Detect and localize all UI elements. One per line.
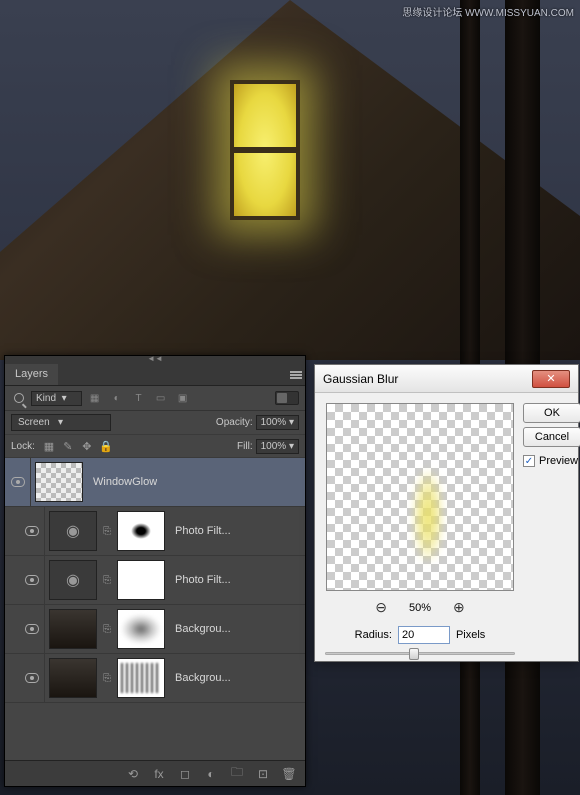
eye-icon [25, 526, 39, 536]
new-layer-icon[interactable]: ⊡ [255, 766, 271, 782]
layer-row-background2[interactable]: ⎘ Backgrou... [5, 654, 305, 703]
layer-thumbnail[interactable] [49, 609, 97, 649]
fill-label: Fill: [237, 441, 253, 452]
panel-menu-button[interactable] [287, 364, 305, 385]
filter-kind-select[interactable]: Kind ▾ [31, 391, 82, 406]
layers-tab[interactable]: Layers [5, 364, 58, 385]
layer-mask-thumbnail[interactable] [117, 658, 165, 698]
eye-icon [11, 477, 25, 487]
filter-toggle-switch[interactable] [275, 391, 299, 405]
layer-visibility-toggle[interactable] [19, 556, 45, 604]
dialog-title: Gaussian Blur [323, 372, 398, 386]
panel-collapse-handle[interactable]: ◄◄ [5, 356, 305, 364]
layer-filter-row: Kind ▾ ▦ ◐ T ▭ ▣ [5, 386, 305, 411]
layer-name-label[interactable]: Backgrou... [169, 623, 231, 635]
opacity-input[interactable]: 100% ▾ [256, 415, 299, 430]
opacity-label: Opacity: [216, 417, 253, 428]
new-adjustment-icon[interactable]: ◐ [203, 766, 219, 782]
lock-row: Lock: ▦ ✎ ✥ 🔒 Fill: 100% ▾ [5, 435, 305, 458]
layer-row-windowglow[interactable]: WindowGlow [5, 458, 305, 507]
mask-link-icon[interactable]: ⎘ [101, 575, 113, 586]
preview-checkbox-label: Preview [539, 455, 578, 467]
filter-type-icon[interactable]: T [130, 390, 148, 406]
layer-name-label[interactable]: Photo Filt... [169, 574, 231, 586]
eye-icon [25, 673, 39, 683]
dialog-close-button[interactable]: ✕ [532, 370, 570, 388]
panel-tabs: Layers [5, 364, 305, 386]
layers-panel: ◄◄ Layers Kind ▾ ▦ ◐ T ▭ ▣ Screen ▾ Opac… [4, 355, 306, 787]
layers-panel-footer: ⟲ fx ◻ ◐ 🗀 ⊡ 🗑 [5, 760, 305, 786]
layer-style-icon[interactable]: fx [151, 766, 167, 782]
layer-mask-thumbnail[interactable] [117, 560, 165, 600]
new-group-icon[interactable]: 🗀 [229, 766, 245, 782]
zoom-in-button[interactable]: ⊕ [453, 599, 465, 616]
add-mask-icon[interactable]: ◻ [177, 766, 193, 782]
lock-all-icon[interactable]: 🔒 [98, 438, 114, 454]
layer-visibility-toggle[interactable] [19, 605, 45, 653]
radius-label: Radius: [355, 629, 392, 641]
radius-unit: Pixels [456, 629, 485, 641]
layer-mask-thumbnail[interactable] [117, 609, 165, 649]
mask-link-icon[interactable]: ⎘ [101, 673, 113, 684]
radius-input[interactable] [398, 626, 450, 644]
layer-thumbnail[interactable] [35, 462, 83, 502]
mask-link-icon[interactable]: ⎘ [101, 526, 113, 537]
filter-adjustment-icon[interactable]: ◐ [108, 390, 126, 406]
zoom-out-button[interactable]: ⊖ [375, 599, 387, 616]
ok-button[interactable]: OK [523, 403, 580, 423]
zoom-percentage: 50% [409, 602, 431, 614]
layer-row-background1[interactable]: ⎘ Backgrou... [5, 605, 305, 654]
hamburger-icon [290, 371, 302, 379]
delete-layer-icon[interactable]: 🗑 [281, 766, 297, 782]
layer-visibility-toggle[interactable] [19, 507, 45, 555]
adjustment-thumbnail[interactable]: ◉ [49, 560, 97, 600]
radius-slider[interactable] [325, 652, 515, 655]
filter-pixel-icon[interactable]: ▦ [86, 390, 104, 406]
gaussian-blur-dialog: Gaussian Blur ✕ ⊖ 50% ⊕ Radius: Pixels O… [314, 364, 579, 662]
preview-glow [413, 471, 443, 561]
lock-position-icon[interactable]: ✥ [79, 438, 95, 454]
lock-transparency-icon[interactable]: ▦ [41, 438, 57, 454]
eye-icon [25, 624, 39, 634]
watermark-text: 思缘设计论坛 WWW.MISSYUAN.COM [402, 4, 574, 19]
layer-row-photofilter1[interactable]: ◉ ⎘ Photo Filt... [5, 507, 305, 556]
lock-pixels-icon[interactable]: ✎ [60, 438, 76, 454]
filter-smart-icon[interactable]: ▣ [174, 390, 192, 406]
search-icon [11, 390, 27, 406]
blend-mode-select[interactable]: Screen ▾ [11, 414, 111, 431]
link-layers-icon[interactable]: ⟲ [125, 766, 141, 782]
preview-checkbox[interactable]: ✓ [523, 455, 535, 467]
adjustment-thumbnail[interactable]: ◉ [49, 511, 97, 551]
layer-mask-thumbnail[interactable] [117, 511, 165, 551]
cabin-glowing-window [230, 80, 300, 220]
mask-link-icon[interactable]: ⎘ [101, 624, 113, 635]
dialog-titlebar[interactable]: Gaussian Blur ✕ [315, 365, 578, 393]
cancel-button[interactable]: Cancel [523, 427, 580, 447]
preview-area[interactable] [326, 403, 514, 591]
fill-input[interactable]: 100% ▾ [256, 439, 299, 454]
layer-visibility-toggle[interactable] [5, 458, 31, 506]
filter-shape-icon[interactable]: ▭ [152, 390, 170, 406]
slider-thumb[interactable] [409, 648, 419, 660]
blend-mode-row: Screen ▾ Opacity: 100% ▾ [5, 411, 305, 435]
layer-name-label[interactable]: WindowGlow [87, 476, 157, 488]
layer-name-label[interactable]: Photo Filt... [169, 525, 231, 537]
layer-name-label[interactable]: Backgrou... [169, 672, 231, 684]
layer-row-photofilter2[interactable]: ◉ ⎘ Photo Filt... [5, 556, 305, 605]
layer-thumbnail[interactable] [49, 658, 97, 698]
lock-label: Lock: [11, 441, 35, 452]
layers-list: WindowGlow ◉ ⎘ Photo Filt... ◉ ⎘ Photo F… [5, 458, 305, 703]
layer-visibility-toggle[interactable] [19, 654, 45, 702]
eye-icon [25, 575, 39, 585]
